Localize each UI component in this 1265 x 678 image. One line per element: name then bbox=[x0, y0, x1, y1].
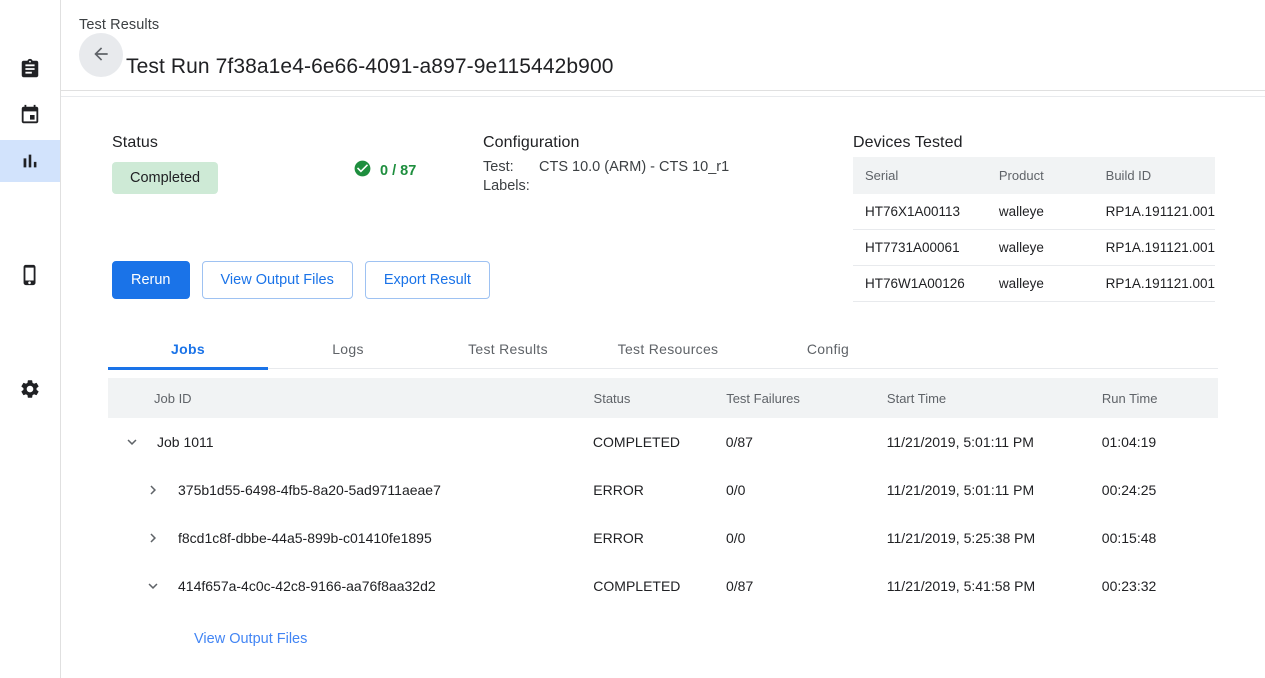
chevron-right-icon[interactable] bbox=[141, 526, 165, 550]
status-section-title: Status bbox=[112, 134, 158, 152]
page-header: Test Results Test Run 7f38a1e4-6e66-4091… bbox=[61, 0, 1265, 91]
tab-bar: Jobs Logs Test Results Test Resources Co… bbox=[108, 328, 1218, 369]
job-test-failures: 0/0 bbox=[726, 530, 887, 546]
device-product: walleye bbox=[987, 266, 1094, 302]
tab-config[interactable]: Config bbox=[748, 328, 908, 369]
phone-icon bbox=[19, 264, 41, 286]
chevron-down-icon[interactable] bbox=[141, 574, 165, 598]
jobs-col-job-id: Job ID bbox=[108, 391, 594, 406]
view-output-files-link[interactable]: View Output Files bbox=[194, 631, 307, 647]
job-id-cell: 414f657a-4c0c-42c8-9166-aa76f8aa32d2 bbox=[108, 574, 593, 598]
devices-table: Serial Product Build ID HT76X1A00113 wal… bbox=[853, 157, 1215, 302]
table-row[interactable]: f8cd1c8f-dbbe-44a5-899b-c01410fe1895 ERR… bbox=[108, 514, 1218, 562]
job-start-time: 11/21/2019, 5:01:11 PM bbox=[887, 434, 1102, 450]
job-test-failures: 0/87 bbox=[726, 434, 887, 450]
device-build-id: RP1A.191121.001 bbox=[1094, 194, 1215, 230]
jobs-table: Job ID Status Test Failures Start Time R… bbox=[108, 378, 1218, 610]
jobs-col-test-failures: Test Failures bbox=[726, 391, 887, 406]
action-buttons: Rerun View Output Files Export Result bbox=[112, 261, 490, 299]
status-badge: Completed bbox=[112, 162, 218, 194]
sidebar-item-schedule[interactable] bbox=[0, 94, 60, 136]
table-row[interactable]: Job 1011 COMPLETED 0/87 11/21/2019, 5:01… bbox=[108, 418, 1218, 466]
devices-section-title: Devices Tested bbox=[853, 134, 963, 152]
job-id-cell: 375b1d55-6498-4fb5-8a20-5ad9711aeae7 bbox=[108, 478, 593, 502]
table-row: HT7731A00061 walleye RP1A.191121.001 bbox=[853, 230, 1215, 266]
chevron-down-icon[interactable] bbox=[120, 430, 144, 454]
config-value-labels bbox=[539, 178, 729, 194]
page-title: Test Run 7f38a1e4-6e66-4091-a897-9e11544… bbox=[126, 55, 614, 79]
arrow-left-icon bbox=[91, 44, 111, 67]
rerun-button[interactable]: Rerun bbox=[112, 261, 190, 299]
device-serial: HT7731A00061 bbox=[853, 230, 987, 266]
job-run-time: 00:24:25 bbox=[1102, 482, 1218, 498]
job-id-label: Job 1011 bbox=[144, 434, 214, 450]
job-id-label: 375b1d55-6498-4fb5-8a20-5ad9711aeae7 bbox=[165, 482, 441, 498]
devices-table-body: HT76X1A00113 walleye RP1A.191121.001 HT7… bbox=[853, 194, 1215, 302]
config-value-test: CTS 10.0 (ARM) - CTS 10_r1 bbox=[539, 159, 729, 175]
job-start-time: 11/21/2019, 5:41:58 PM bbox=[887, 578, 1102, 594]
job-id-label: f8cd1c8f-dbbe-44a5-899b-c01410fe1895 bbox=[165, 530, 432, 546]
tab-jobs[interactable]: Jobs bbox=[108, 328, 268, 369]
configuration-section-title: Configuration bbox=[483, 134, 579, 152]
sidebar-item-settings[interactable] bbox=[0, 368, 60, 410]
table-row[interactable]: 414f657a-4c0c-42c8-9166-aa76f8aa32d2 COM… bbox=[108, 562, 1218, 610]
header-divider bbox=[61, 96, 1265, 97]
tab-logs[interactable]: Logs bbox=[268, 328, 428, 369]
jobs-table-header: Job ID Status Test Failures Start Time R… bbox=[108, 378, 1218, 418]
device-product: walleye bbox=[987, 230, 1094, 266]
devices-col-product: Product bbox=[987, 157, 1094, 194]
chevron-right-icon[interactable] bbox=[141, 478, 165, 502]
job-status: ERROR bbox=[593, 530, 726, 546]
device-product: walleye bbox=[987, 194, 1094, 230]
jobs-col-run-time: Run Time bbox=[1102, 391, 1218, 406]
clipboard-icon bbox=[19, 58, 41, 80]
job-test-failures: 0/0 bbox=[726, 482, 887, 498]
device-build-id: RP1A.191121.001 bbox=[1094, 266, 1215, 302]
devices-header-row: Serial Product Build ID bbox=[853, 157, 1215, 194]
device-serial: HT76X1A00113 bbox=[853, 194, 987, 230]
back-button[interactable] bbox=[79, 33, 123, 77]
job-id-cell: f8cd1c8f-dbbe-44a5-899b-c01410fe1895 bbox=[108, 526, 593, 550]
table-row: HT76W1A00126 walleye RP1A.191121.001 bbox=[853, 266, 1215, 302]
tab-test-resources[interactable]: Test Resources bbox=[588, 328, 748, 369]
config-key-test: Test: bbox=[483, 159, 539, 175]
sidebar-item-clipboard[interactable] bbox=[0, 48, 60, 90]
job-start-time: 11/21/2019, 5:01:11 PM bbox=[887, 482, 1102, 498]
job-run-time: 00:23:32 bbox=[1102, 578, 1218, 594]
view-output-files-button[interactable]: View Output Files bbox=[202, 261, 353, 299]
sidebar-item-results[interactable] bbox=[0, 140, 60, 182]
devices-col-serial: Serial bbox=[853, 157, 987, 194]
job-id-cell: Job 1011 bbox=[108, 430, 593, 454]
pass-ratio-label: 0 / 87 bbox=[380, 163, 416, 179]
gear-icon bbox=[19, 378, 41, 400]
config-key-labels: Labels: bbox=[483, 178, 539, 194]
tab-test-results[interactable]: Test Results bbox=[428, 328, 588, 369]
pass-ratio: 0 / 87 bbox=[353, 159, 416, 182]
jobs-col-status: Status bbox=[594, 391, 727, 406]
job-test-failures: 0/87 bbox=[726, 578, 887, 594]
job-run-time: 00:15:48 bbox=[1102, 530, 1218, 546]
export-result-button[interactable]: Export Result bbox=[365, 261, 490, 299]
sidebar-nav bbox=[0, 0, 61, 678]
configuration-list: Test: CTS 10.0 (ARM) - CTS 10_r1 Labels: bbox=[483, 159, 729, 194]
job-status: ERROR bbox=[593, 482, 726, 498]
table-row[interactable]: 375b1d55-6498-4fb5-8a20-5ad9711aeae7 ERR… bbox=[108, 466, 1218, 514]
table-row: HT76X1A00113 walleye RP1A.191121.001 bbox=[853, 194, 1215, 230]
device-build-id: RP1A.191121.001 bbox=[1094, 230, 1215, 266]
job-start-time: 11/21/2019, 5:25:38 PM bbox=[887, 530, 1102, 546]
devices-table-head: Serial Product Build ID bbox=[853, 157, 1215, 194]
check-circle-icon bbox=[353, 159, 372, 182]
devices-col-build-id: Build ID bbox=[1094, 157, 1215, 194]
bar-chart-icon bbox=[19, 150, 41, 172]
app-root: Test Results Test Run 7f38a1e4-6e66-4091… bbox=[0, 0, 1265, 678]
sidebar-item-devices[interactable] bbox=[0, 254, 60, 296]
device-serial: HT76W1A00126 bbox=[853, 266, 987, 302]
job-run-time: 01:04:19 bbox=[1102, 434, 1218, 450]
job-status: COMPLETED bbox=[593, 434, 726, 450]
breadcrumb: Test Results bbox=[79, 17, 159, 33]
calendar-icon bbox=[19, 104, 41, 126]
job-status: COMPLETED bbox=[593, 578, 726, 594]
jobs-col-start-time: Start Time bbox=[887, 391, 1102, 406]
job-id-label: 414f657a-4c0c-42c8-9166-aa76f8aa32d2 bbox=[165, 578, 436, 594]
